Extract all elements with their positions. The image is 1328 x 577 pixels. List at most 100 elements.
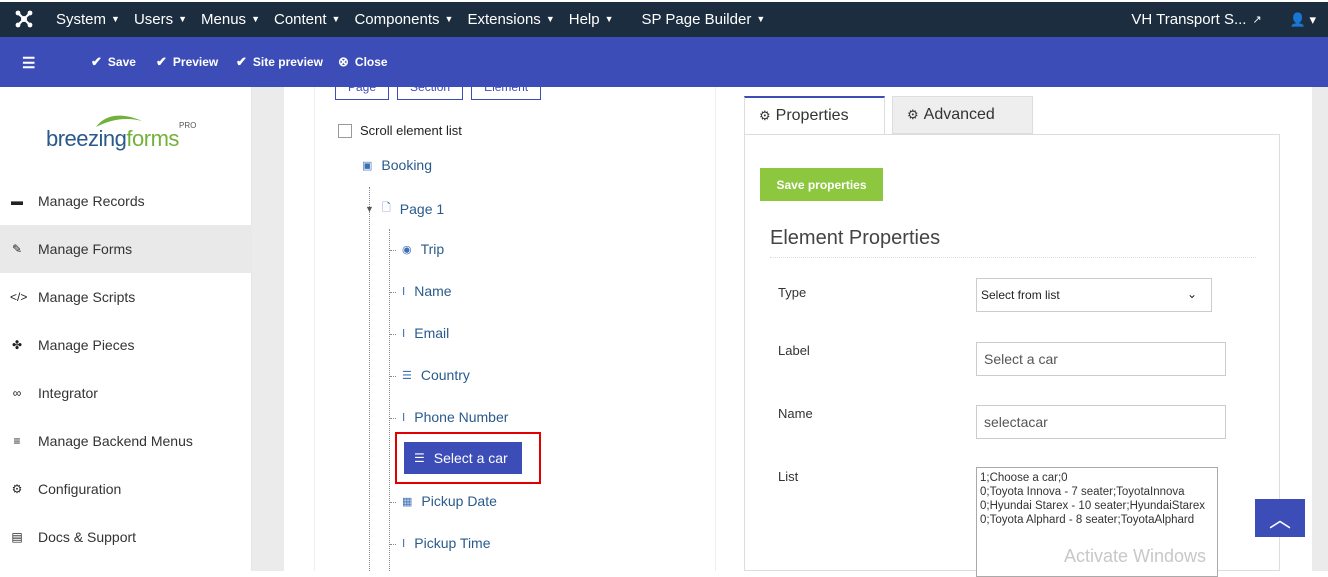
menu-system[interactable]: System ▼ [56, 11, 120, 28]
caret-down-icon: ▼ [756, 14, 766, 24]
sidebar-item-configuration[interactable]: ⚙ Configuration [0, 465, 252, 513]
tree-node-name[interactable]: Ⅰ Name [402, 283, 452, 299]
collapse-triangle-icon: ▼ [365, 203, 374, 214]
tree-connector [390, 502, 396, 503]
menu-components[interactable]: Components ▼ [354, 11, 453, 28]
joomla-logo-icon[interactable] [14, 9, 34, 29]
calendar-icon: ▦ [402, 495, 413, 508]
logo-pro-badge: PRO [179, 121, 197, 130]
tree-connector [390, 250, 396, 251]
scroll-element-list-checkbox[interactable]: Scroll element list [338, 123, 462, 138]
label-input[interactable] [976, 342, 1226, 376]
checkbox-box[interactable] [338, 123, 352, 138]
menu-users[interactable]: Users ▼ [134, 11, 187, 28]
edit-icon: ✎ [11, 242, 23, 256]
sidebar: breezingforms PRO ▬ Manage Records ✎ Manag… [0, 87, 252, 571]
toolbar: ☰ ✔ Save ✔ Preview ✔ Site preview ⊗ Close [0, 37, 1328, 87]
tab-label: Advanced [923, 106, 995, 123]
tree-node-trip[interactable]: ◉ Trip [402, 241, 444, 257]
selected-element-highlight: ☰ Select a car [395, 432, 541, 484]
tree-node-label: Email [414, 325, 450, 341]
caret-down-icon: ▼ [604, 14, 614, 24]
save-properties-button[interactable]: Save properties [760, 168, 883, 201]
sidebar-item-label: Manage Records [38, 193, 145, 209]
type-select-value: Select from list [981, 288, 1060, 302]
link-icon: ∞ [12, 386, 22, 400]
save-button[interactable]: ✔ Save [91, 54, 136, 70]
site-preview-button[interactable]: ✔ Site preview [236, 54, 323, 70]
add-page-button[interactable]: Page [335, 77, 390, 100]
menu-label: SP Page Builder [641, 11, 752, 28]
tree-node-pickup-time[interactable]: Ⅰ Pickup Time [402, 535, 491, 551]
tree-line [389, 229, 390, 571]
sidebar-item-label: Manage Forms [38, 241, 133, 257]
menu-extensions[interactable]: Extensions ▼ [467, 11, 554, 28]
menu-menus[interactable]: Menus ▼ [201, 11, 260, 28]
document-icon: ▤ [11, 530, 23, 544]
scroll-to-top-button[interactable]: ︿ [1255, 499, 1305, 537]
code-icon: </> [10, 290, 28, 304]
tree-node-phone-number[interactable]: Ⅰ Phone Number [402, 409, 508, 425]
site-link[interactable]: VH Transport S... [1131, 11, 1246, 28]
tab-advanced[interactable]: ⚙ Advanced [892, 96, 1033, 134]
tab-label: Properties [775, 107, 849, 124]
hamburger-menu-icon[interactable]: ☰ [22, 54, 35, 72]
sidebar-item-manage-scripts[interactable]: </> Manage Scripts [0, 273, 252, 321]
sidebar-item-label: Docs & Support [38, 529, 137, 545]
tree-connector [390, 418, 396, 419]
form-icon: ▣ [362, 159, 373, 172]
type-select[interactable]: Select from list ⌄ [976, 278, 1212, 312]
tree-node-label: Pickup Date [421, 493, 497, 509]
add-section-button[interactable]: Section [397, 77, 464, 100]
activate-windows-watermark: Activate Windows [1064, 546, 1207, 566]
user-icon[interactable]: 👤 ▾ [1290, 12, 1316, 28]
check-icon: ✔ [91, 54, 102, 69]
sidebar-item-integrator[interactable]: ∞ Integrator [0, 369, 252, 417]
textfield-icon: Ⅰ [402, 411, 406, 424]
menu-help[interactable]: Help ▼ [569, 11, 614, 28]
sidebar-item-label: Configuration [38, 481, 122, 497]
menu-label: Content [273, 11, 327, 28]
close-button[interactable]: ⊗ Close [338, 54, 388, 70]
chevron-up-icon: ︿ [1268, 507, 1291, 532]
tree-node-label: Country [420, 367, 470, 383]
folder-open-icon: ▬ [11, 194, 23, 208]
add-element-button[interactable]: Element [471, 77, 542, 100]
name-input[interactable] [976, 405, 1226, 439]
tree-node-country[interactable]: ☰ Country [402, 367, 470, 383]
caret-down-icon: ▼ [251, 14, 260, 24]
tree-add-buttons: Page Section Element [335, 77, 542, 100]
tab-properties[interactable]: ⚙ Properties [744, 96, 885, 134]
tree-node-page-1[interactable]: ▼ 🗋 Page 1 [365, 199, 444, 218]
select-icon: ☰ [402, 369, 412, 382]
gears-icon: ⚙ [907, 107, 919, 122]
preview-button[interactable]: ✔ Preview [156, 54, 218, 70]
sidebar-item-docs-support[interactable]: ▤ Docs & Support [0, 513, 252, 561]
breezingforms-logo: breezingforms PRO [46, 111, 206, 156]
external-link-icon: ↗ [1252, 14, 1262, 26]
radio-icon: ◉ [402, 243, 412, 256]
tree-node-email[interactable]: Ⅰ Email [402, 325, 449, 341]
textfield-icon: Ⅰ [402, 537, 406, 550]
sidebar-item-label: Manage Backend Menus [38, 433, 193, 449]
sidebar-item-label: Manage Scripts [38, 289, 136, 305]
element-tree: Page Section Element Scroll element list… [314, 77, 716, 571]
tree-node-label: Select a car [433, 450, 508, 466]
sidebar-item-manage-pieces[interactable]: ✤ Manage Pieces [0, 321, 252, 369]
tree-connector [390, 334, 396, 335]
sidebar-item-manage-forms[interactable]: ✎ Manage Forms [0, 225, 252, 273]
sidebar-item-manage-backend-menus[interactable]: ≡ Manage Backend Menus [0, 417, 252, 465]
tree-node-label: Phone Number [414, 409, 509, 425]
tree-connector [390, 292, 396, 293]
tree-node-booking[interactable]: ▣ Booking [362, 157, 432, 173]
checkbox-label: Scroll element list [360, 123, 462, 138]
element-properties-title: Element Properties [770, 227, 941, 249]
tree-node-select-a-car[interactable]: ☰ Select a car [404, 442, 522, 474]
menu-label: Users [133, 11, 174, 28]
sidebar-item-manage-records[interactable]: ▬ Manage Records [0, 177, 252, 225]
list-field-label: List [778, 469, 799, 484]
tree-node-pickup-date[interactable]: ▦ Pickup Date [402, 493, 497, 509]
textfield-icon: Ⅰ [402, 285, 406, 298]
menu-content[interactable]: Content ▼ [274, 11, 340, 28]
menu-sp-page-builder[interactable]: SP Page Builder ▼ [642, 11, 766, 28]
